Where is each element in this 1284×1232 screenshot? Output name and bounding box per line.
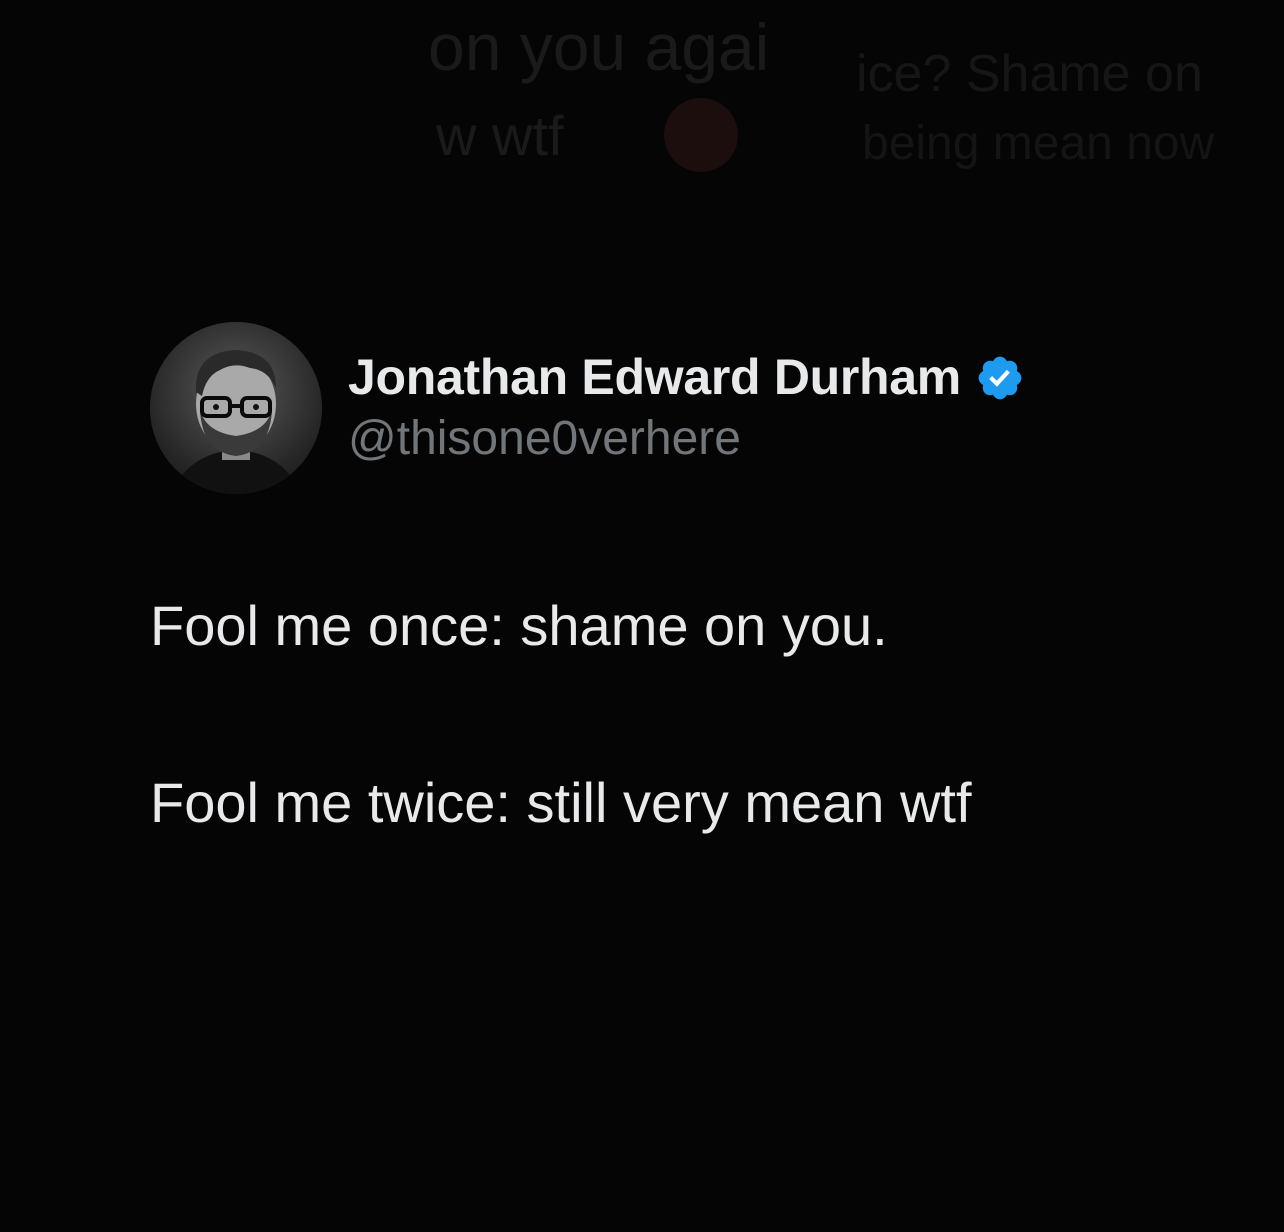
- tweet-text: Fool me once: shame on you. Fool me twic…: [150, 592, 1210, 836]
- name-row: Jonathan Edward Durham: [348, 350, 1025, 405]
- avatar[interactable]: [150, 322, 322, 494]
- tweet-line: Fool me once: shame on you.: [150, 594, 888, 657]
- author-info: Jonathan Edward Durham @thisone0verhere: [348, 350, 1025, 466]
- display-name[interactable]: Jonathan Edward Durham: [348, 350, 961, 405]
- verified-badge-icon[interactable]: [975, 353, 1025, 403]
- profile-photo: [150, 322, 322, 494]
- background-fragment: on you agai: [428, 10, 770, 84]
- background-emoji-blur: [664, 98, 738, 172]
- tweet-header: Jonathan Edward Durham @thisone0verhere: [150, 322, 1210, 494]
- background-fragment: ice? Shame on: [856, 45, 1203, 103]
- background-fragment: w wtf: [436, 104, 564, 167]
- background-fragment: being mean now: [862, 117, 1215, 170]
- tweet-line: Fool me twice: still very mean wtf: [150, 771, 972, 835]
- user-handle[interactable]: @thisone0verhere: [348, 412, 1025, 466]
- tweet-card: Jonathan Edward Durham @thisone0verhere …: [150, 322, 1210, 836]
